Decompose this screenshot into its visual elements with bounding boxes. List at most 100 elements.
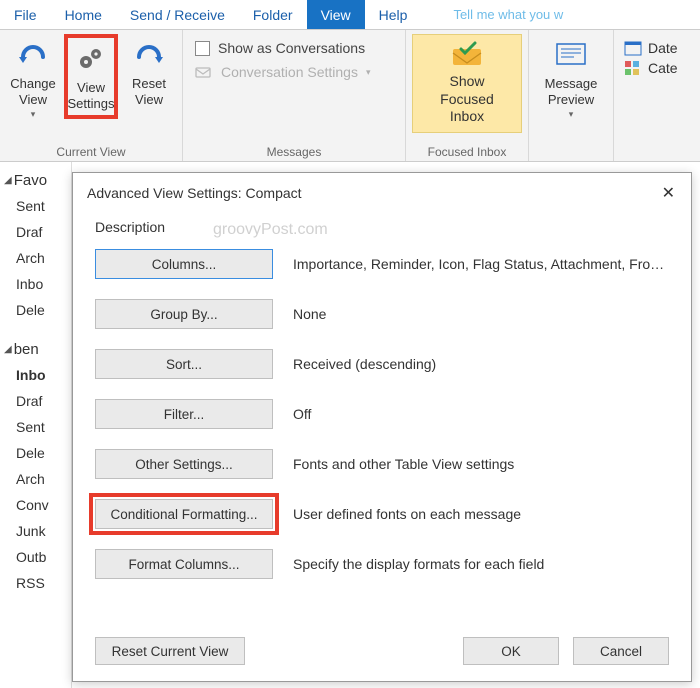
dropdown-caret-icon: ▾ (569, 109, 574, 120)
conversation-settings-label: Conversation Settings (221, 64, 358, 80)
arrange-date-label: Date (648, 40, 678, 56)
row-conditional-formatting: Conditional Formatting... User defined f… (95, 499, 669, 529)
tab-file[interactable]: File (0, 0, 51, 29)
group-focused-inbox: Show Focused Inbox Focused Inbox (406, 30, 529, 161)
spacer (620, 143, 682, 159)
row-format-columns: Format Columns... Specify the display fo… (95, 549, 669, 579)
other-settings-value: Fonts and other Table View settings (293, 456, 669, 472)
dropdown-caret-icon: ▾ (366, 67, 371, 78)
message-preview-label: Message Preview (537, 76, 605, 107)
view-settings-label: View Settings (68, 80, 115, 111)
group-by-button[interactable]: Group By... (95, 299, 273, 329)
columns-button[interactable]: Columns... (95, 249, 273, 279)
row-columns: Columns... Importance, Reminder, Icon, F… (95, 249, 669, 279)
reset-view-label: Reset View (124, 76, 174, 107)
folder-item[interactable]: Arch (0, 245, 71, 271)
close-button[interactable]: ✕ (656, 181, 681, 205)
tab-send-receive[interactable]: Send / Receive (116, 0, 239, 29)
focused-inbox-icon (449, 41, 485, 69)
dialog-footer: Reset Current View OK Cancel (73, 625, 691, 681)
reset-view-button[interactable]: Reset View (122, 34, 176, 111)
group-arrangement: Date Cate (614, 30, 688, 161)
format-columns-value: Specify the display formats for each fie… (293, 556, 669, 572)
folder-item[interactable]: RSS (0, 570, 71, 596)
folder-item[interactable]: Inbo (0, 271, 71, 297)
favorites-label: Favo (14, 172, 47, 189)
folder-item[interactable]: Outb (0, 544, 71, 570)
tab-help[interactable]: Help (365, 0, 422, 29)
dropdown-caret-icon: ▾ (31, 109, 36, 120)
other-settings-button[interactable]: Other Settings... (95, 449, 273, 479)
format-columns-button[interactable]: Format Columns... (95, 549, 273, 579)
folder-item[interactable]: Conv (0, 492, 71, 518)
view-settings-button[interactable]: View Settings (64, 34, 118, 119)
folder-item[interactable]: Draf (0, 219, 71, 245)
folder-item[interactable]: Junk (0, 518, 71, 544)
reset-icon (132, 38, 166, 72)
menu-bar: File Home Send / Receive Folder View Hel… (0, 0, 700, 30)
reset-current-view-button[interactable]: Reset Current View (95, 637, 245, 665)
show-focused-inbox-label: Show Focused Inbox (423, 73, 511, 126)
message-preview-button[interactable]: Message Preview ▾ (535, 34, 607, 124)
close-icon: ✕ (662, 185, 675, 202)
show-focused-inbox-button[interactable]: Show Focused Inbox (412, 34, 522, 133)
collapse-triangle-icon: ◢ (4, 344, 12, 355)
group-messages-label: Messages (189, 143, 399, 159)
group-message-preview: Message Preview ▾ (529, 30, 614, 161)
conditional-formatting-button[interactable]: Conditional Formatting... (95, 499, 273, 529)
tab-folder[interactable]: Folder (239, 0, 307, 29)
folder-item[interactable]: Arch (0, 466, 71, 492)
filter-button[interactable]: Filter... (95, 399, 273, 429)
lightbulb-icon (431, 7, 447, 23)
favorites-header[interactable]: ◢ Favo (0, 168, 71, 193)
folder-item[interactable]: Draf (0, 388, 71, 414)
message-preview-icon (554, 38, 588, 72)
tell-me-search[interactable]: Tell me what you w (421, 0, 573, 29)
cancel-button[interactable]: Cancel (573, 637, 669, 665)
folder-pane: ◢ Favo Sent Draf Arch Inbo Dele ◢ ben In… (0, 162, 72, 688)
description-label: Description (95, 219, 669, 235)
arrange-by-category[interactable]: Cate (624, 60, 678, 76)
show-conversations-label: Show as Conversations (218, 40, 365, 56)
sort-button[interactable]: Sort... (95, 349, 273, 379)
ok-button[interactable]: OK (463, 637, 559, 665)
group-current-view: Change View ▾ View Settings Reset View (0, 30, 183, 161)
tab-view[interactable]: View (307, 0, 365, 29)
categories-icon (624, 60, 642, 76)
account-label: ben (14, 341, 39, 358)
calendar-icon (624, 40, 642, 56)
arrange-by-date[interactable]: Date (624, 40, 678, 56)
gears-icon (74, 42, 108, 76)
spacer (535, 143, 607, 159)
dialog-body: groovyPost.com Description Columns... Im… (73, 213, 691, 625)
columns-value: Importance, Reminder, Icon, Flag Status,… (293, 256, 669, 272)
show-conversations-checkbox[interactable]: Show as Conversations (195, 40, 365, 56)
change-view-label: Change View (8, 76, 58, 107)
folder-item[interactable]: Dele (0, 297, 71, 323)
tell-me-text: Tell me what you w (453, 7, 563, 22)
tab-home[interactable]: Home (51, 0, 116, 29)
group-focused-inbox-label: Focused Inbox (412, 143, 522, 159)
conversation-settings-button: Conversation Settings ▾ (195, 64, 371, 80)
folder-item[interactable]: Dele (0, 440, 71, 466)
account-header[interactable]: ◢ ben (0, 337, 71, 362)
dialog-titlebar: Advanced View Settings: Compact ✕ (73, 173, 691, 213)
group-messages: Show as Conversations Conversation Setti… (183, 30, 406, 161)
checkbox-icon (195, 41, 210, 56)
ribbon: Change View ▾ View Settings Reset View (0, 30, 700, 162)
sort-value: Received (descending) (293, 356, 669, 372)
row-filter: Filter... Off (95, 399, 669, 429)
group-by-value: None (293, 306, 669, 322)
row-group-by: Group By... None (95, 299, 669, 329)
conversation-icon (195, 65, 213, 79)
change-view-button[interactable]: Change View ▾ (6, 34, 60, 124)
folder-item[interactable]: Sent (0, 193, 71, 219)
row-other-settings: Other Settings... Fonts and other Table … (95, 449, 669, 479)
arrange-category-label: Cate (648, 60, 678, 76)
folder-item[interactable]: Sent (0, 414, 71, 440)
conditional-formatting-value: User defined fonts on each message (293, 506, 669, 522)
filter-value: Off (293, 406, 669, 422)
advanced-view-settings-dialog: Advanced View Settings: Compact ✕ groovy… (72, 172, 692, 682)
folder-item-inbox[interactable]: Inbo (0, 362, 71, 388)
change-view-icon (16, 38, 50, 72)
